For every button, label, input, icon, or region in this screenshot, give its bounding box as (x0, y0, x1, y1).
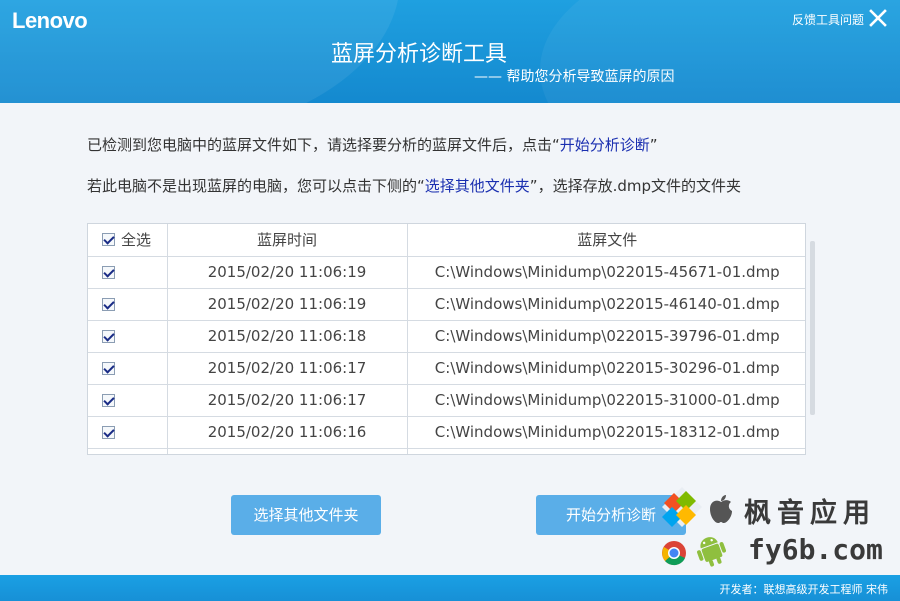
instruction-text: 若此电脑不是出现蓝屏的电脑，您可以点击下侧的“ (87, 177, 425, 195)
table-scrollbar[interactable] (810, 241, 815, 415)
select-all-header: 全选 (88, 224, 168, 257)
row-file (407, 448, 805, 454)
instruction-text: ” (649, 136, 658, 154)
file-column-header: 蓝屏文件 (407, 224, 805, 257)
table-row[interactable]: 2015/02/20 11:06:19 C:\Windows\Minidump\… (88, 256, 805, 289)
close-button[interactable] (868, 8, 888, 28)
windows-logo-icon (662, 487, 702, 527)
table-row[interactable]: 2015/02/20 11:06:18 C:\Windows\Minidump\… (88, 320, 805, 353)
row-file: C:\Windows\Minidump\022015-18312-01.dmp (407, 416, 805, 449)
select-all-label: 全选 (121, 231, 152, 250)
instruction-highlight: 开始分析诊断 (559, 136, 650, 154)
row-select-cell (88, 320, 168, 353)
row-file: C:\Windows\Minidump\022015-30296-01.dmp (407, 352, 805, 385)
brand-logo: Lenovo (12, 8, 88, 33)
table-row[interactable]: 2015/02/20 11:06:19 C:\Windows\Minidump\… (88, 288, 805, 321)
watermark-domain: fy6b.com (748, 533, 883, 566)
select-all-checkbox[interactable] (102, 233, 115, 247)
row-checkbox[interactable] (102, 394, 115, 407)
page-subtitle: —— 帮助您分析导致蓝屏的原因 (474, 69, 675, 85)
main-content: 已检测到您电脑中的蓝屏文件如下，请选择要分析的蓝屏文件后，点击“开始分析诊断” … (0, 103, 900, 575)
row-checkbox[interactable] (102, 426, 115, 439)
instruction-line-1: 已检测到您电脑中的蓝屏文件如下，请选择要分析的蓝屏文件后，点击“开始分析诊断” (87, 134, 658, 155)
instruction-line-2: 若此电脑不是出现蓝屏的电脑，您可以点击下侧的“选择其他文件夹”，选择存放.dmp… (87, 175, 741, 196)
row-file: C:\Windows\Minidump\022015-31000-01.dmp (407, 384, 805, 417)
row-select-cell (88, 352, 168, 385)
row-select-cell (88, 384, 168, 417)
table-row[interactable]: 2015/02/20 11:06:17 C:\Windows\Minidump\… (88, 352, 805, 385)
row-select-cell (88, 288, 168, 321)
chrome-icon (662, 541, 686, 566)
row-file: C:\Windows\Minidump\022015-39796-01.dmp (407, 320, 805, 353)
developer-credit: 开发者：联想高级开发工程师 宋伟 (719, 583, 889, 596)
apple-icon (710, 495, 732, 523)
row-time: 2015/02/20 11:06:19 (167, 256, 408, 289)
row-time: 2015/02/20 11:06:19 (167, 288, 408, 321)
close-icon (869, 9, 887, 27)
row-select-cell (88, 448, 168, 454)
header: Lenovo 蓝屏分析诊断工具 —— 帮助您分析导致蓝屏的原因 反馈工具问题 (0, 0, 900, 103)
page-title: 蓝屏分析诊断工具 (330, 42, 507, 67)
row-time: 2015/02/20 11:06:17 (167, 384, 408, 417)
row-file: C:\Windows\Minidump\022015-46140-01.dmp (407, 288, 805, 321)
select-other-folder-button[interactable]: 选择其他文件夹 (231, 495, 381, 535)
row-time (167, 448, 408, 454)
footer: 开发者：联想高级开发工程师 宋伟 (0, 575, 900, 601)
row-checkbox[interactable] (102, 266, 115, 279)
feedback-link[interactable]: 反馈工具问题 (792, 11, 864, 28)
table-row[interactable]: 2015/02/20 11:06:17 C:\Windows\Minidump\… (88, 384, 805, 417)
instruction-text: ”，选择存放.dmp文件的文件夹 (529, 177, 741, 195)
table-header-row: 全选 蓝屏时间 蓝屏文件 (88, 224, 805, 257)
row-checkbox[interactable] (102, 330, 115, 343)
android-icon (697, 537, 726, 567)
site-watermark: 枫音应用 fy6b.com (652, 485, 900, 575)
table-row[interactable] (88, 448, 805, 454)
table-row[interactable]: 2015/02/20 11:06:16 C:\Windows\Minidump\… (88, 416, 805, 449)
row-checkbox[interactable] (102, 362, 115, 375)
time-column-header: 蓝屏时间 (167, 224, 408, 257)
row-checkbox[interactable] (102, 298, 115, 311)
instruction-highlight: 选择其他文件夹 (424, 177, 530, 195)
row-select-cell (88, 416, 168, 449)
watermark-title: 枫音应用 (744, 498, 876, 529)
dump-file-table: 全选 蓝屏时间 蓝屏文件 2015/02/20 11:06:19 C:\Wind… (87, 223, 806, 455)
row-time: 2015/02/20 11:06:16 (167, 416, 408, 449)
row-select-cell (88, 256, 168, 289)
row-time: 2015/02/20 11:06:17 (167, 352, 408, 385)
row-file: C:\Windows\Minidump\022015-45671-01.dmp (407, 256, 805, 289)
row-time: 2015/02/20 11:06:18 (167, 320, 408, 353)
instruction-text: 已检测到您电脑中的蓝屏文件如下，请选择要分析的蓝屏文件后，点击“ (87, 136, 560, 154)
